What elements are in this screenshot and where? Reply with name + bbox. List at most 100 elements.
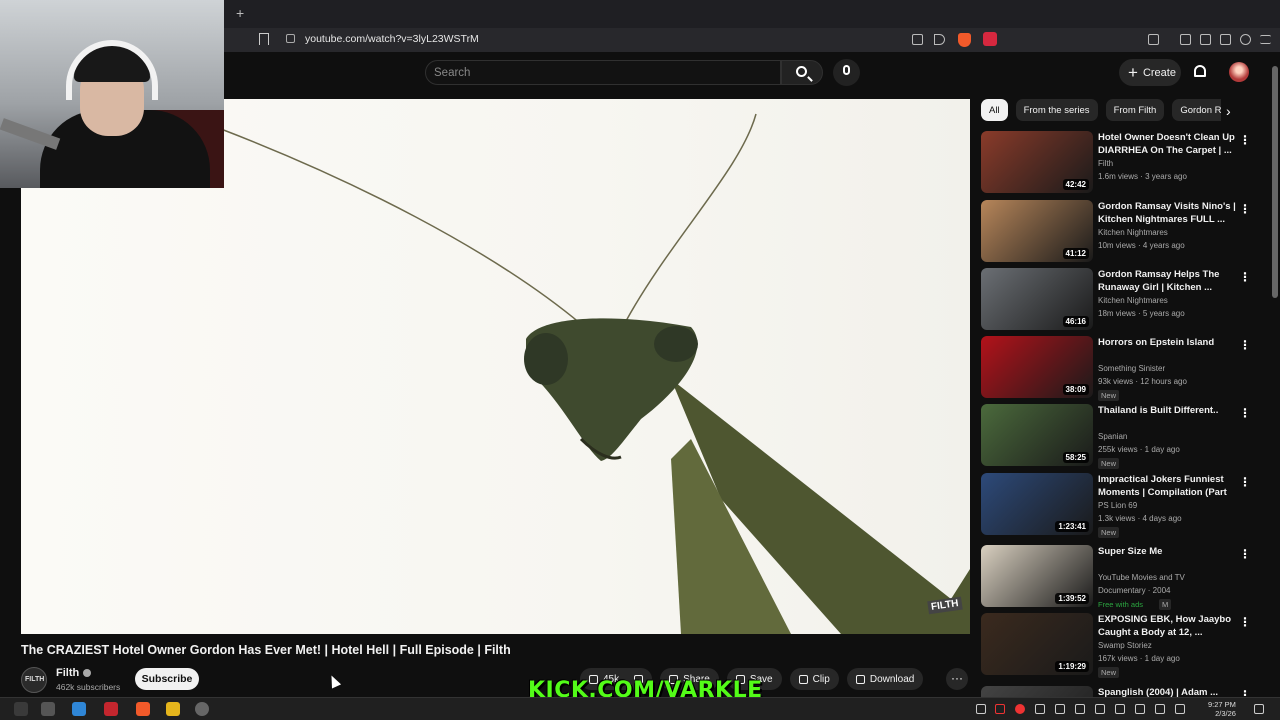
recommendation-item[interactable]: 41:12 Gordon Ramsay Visits Nino's | Kitch… [981,200,1251,266]
clock-time: 9:27 PM [1208,700,1236,709]
more-options-icon[interactable]: ⋮ [1239,338,1251,352]
app-red-icon[interactable] [104,702,118,716]
more-options-icon[interactable]: ⋮ [1239,270,1251,284]
tray-icon-1[interactable] [976,704,986,714]
recommendation-meta: 255k views · 1 day ago [1098,445,1180,454]
clock-date: 2/3/26 [1215,709,1236,718]
recommendation-title[interactable]: Gordon Ramsay Helps The Runaway Girl | K… [1098,268,1236,294]
recommendation-title[interactable]: EXPOSING EBK, How Jaaybo Caught a Body a… [1098,613,1236,639]
recommendation-title[interactable]: Gordon Ramsay Visits Nino's | Kitchen Ni… [1098,200,1236,226]
channel-avatar[interactable]: FILTH [21,667,47,693]
more-options-icon[interactable]: ⋮ [1239,202,1251,216]
system-clock[interactable]: 9:27 PM 2/3/26 [1208,700,1236,718]
tray-icon-9[interactable] [1135,704,1145,714]
channel-name-text[interactable]: Filth [56,667,79,679]
more-options-icon[interactable]: ⋮ [1239,615,1251,629]
brave-shield-icon[interactable] [958,33,971,47]
tray-icon-2[interactable] [995,704,1005,714]
search-button[interactable] [781,60,823,85]
recommendation-item[interactable]: 46:16 Gordon Ramsay Helps The Runaway Gir… [981,268,1251,334]
volume-icon[interactable] [1155,704,1165,714]
notifications-center-icon[interactable] [1254,704,1264,714]
clip-button[interactable]: Clip [789,668,839,690]
video-thumbnail[interactable]: 38:09 [981,336,1093,398]
recommendation-channel[interactable]: Kitchen Nightmares [1098,228,1168,237]
start-icon[interactable] [14,702,28,716]
more-options-icon[interactable]: ⋮ [1239,547,1251,561]
video-thumbnail[interactable]: 1:39:52 [981,545,1093,607]
menu-icon[interactable] [1260,35,1271,44]
chip-all[interactable]: All [981,99,1008,121]
recommendation-channel[interactable]: PS Lion 69 [1098,501,1137,510]
recommendation-title[interactable]: Impractical Jokers Funniest Moments | Co… [1098,473,1236,499]
address-bar[interactable]: youtube.com/watch?v=3lyL23WSTrM [305,33,479,45]
recommendation-channel[interactable]: Something Sinister [1098,364,1165,373]
voice-search-button[interactable] [833,59,860,86]
more-options-icon[interactable]: ⋮ [1239,406,1251,420]
recommendation-title[interactable]: Super Size Me [1098,545,1236,558]
video-thumbnail[interactable]: 46:16 [981,268,1093,330]
file-explorer-icon[interactable] [72,702,86,716]
recommendation-channel[interactable]: Spanian [1098,432,1127,441]
network-icon[interactable] [1175,704,1185,714]
tray-icon-8[interactable] [1115,704,1125,714]
recommendation-title[interactable]: Hotel Owner Doesn't Clean Up DIARRHEA On… [1098,131,1236,157]
app-bolt-icon[interactable] [166,702,180,716]
recommendation-channel[interactable]: Filth [1098,159,1113,168]
extensions-icon[interactable] [1148,34,1159,45]
tray-icon-5[interactable] [1055,704,1065,714]
duration-badge: 41:12 [1062,248,1089,259]
plus-icon: + [1128,63,1138,82]
subscribe-button[interactable]: Subscribe [135,668,199,690]
recommendation-item[interactable]: 42:42 Hotel Owner Doesn't Clean Up DIARRH… [981,131,1251,197]
more-options-icon[interactable]: ⋮ [1239,133,1251,147]
channel-name[interactable]: Filth [56,667,92,679]
video-title: The CRAZIEST Hotel Owner Gordon Has Ever… [21,643,511,657]
brave-browser-icon[interactable] [136,702,150,716]
wallet-icon[interactable] [1220,34,1231,45]
scrollbar[interactable] [1272,66,1278,298]
site-info-icon[interactable] [286,34,295,43]
notifications-icon[interactable] [1194,65,1206,77]
account-avatar[interactable] [1229,62,1249,82]
bookmark-icon[interactable] [259,33,269,45]
leo-icon[interactable] [1240,34,1251,45]
recommendation-item[interactable]: 1:19:29 EXPOSING EBK, How Jaaybo Caught a… [981,613,1251,679]
recommendation-title[interactable]: Thailand is Built Different.. [1098,404,1236,417]
record-icon[interactable] [1015,704,1025,714]
video-thumbnail[interactable]: 58:25 [981,404,1093,466]
media-icon[interactable] [1180,34,1191,45]
webcam-overlay [0,0,224,188]
chip-from-series[interactable]: From the series [1015,99,1098,121]
video-thumbnail[interactable]: 41:12 [981,200,1093,262]
download-button[interactable]: Download [846,668,924,690]
app-circle-icon[interactable] [195,702,209,716]
recommendation-channel[interactable]: Swamp Storiez [1098,641,1152,650]
sidebar-icon[interactable] [1200,34,1211,45]
chip-from-filth[interactable]: From Filth [1105,99,1165,121]
more-options-icon[interactable]: ⋮ [1239,475,1251,489]
recommendation-item[interactable]: 1:23:41 Impractical Jokers Funniest Momen… [981,473,1251,539]
new-tab-button[interactable]: + [236,5,244,21]
search-input[interactable] [426,61,780,84]
chevron-right-icon[interactable]: › [1226,103,1231,119]
recommendation-title[interactable]: Horrors on Epstein Island [1098,336,1236,349]
task-view-icon[interactable] [41,702,55,716]
rewards-icon[interactable] [983,32,997,46]
video-thumbnail[interactable]: 1:23:41 [981,473,1093,535]
recommendation-item[interactable]: 38:09 Horrors on Epstein Island Something … [981,336,1251,402]
recommendation-item[interactable]: 58:25 Thailand is Built Different.. Spania… [981,404,1251,470]
recommendation-channel[interactable]: Kitchen Nightmares [1098,296,1168,305]
send-icon[interactable] [934,34,945,45]
video-thumbnail[interactable]: 1:19:29 [981,613,1093,675]
more-actions-button[interactable]: ··· [946,668,968,690]
video-thumbnail[interactable]: 42:42 [981,131,1093,193]
recommendation-item[interactable]: 1:39:52 Super Size Me YouTube Movies and T… [981,545,1251,611]
tray-icon-6[interactable] [1075,704,1085,714]
chip-gordon[interactable]: Gordon R [1172,99,1221,121]
create-button[interactable]: + Create [1119,59,1181,86]
cast-icon[interactable] [912,34,923,45]
tray-icon-4[interactable] [1035,704,1045,714]
recommendation-channel[interactable]: YouTube Movies and TV [1098,573,1185,582]
bluetooth-icon[interactable] [1095,704,1105,714]
